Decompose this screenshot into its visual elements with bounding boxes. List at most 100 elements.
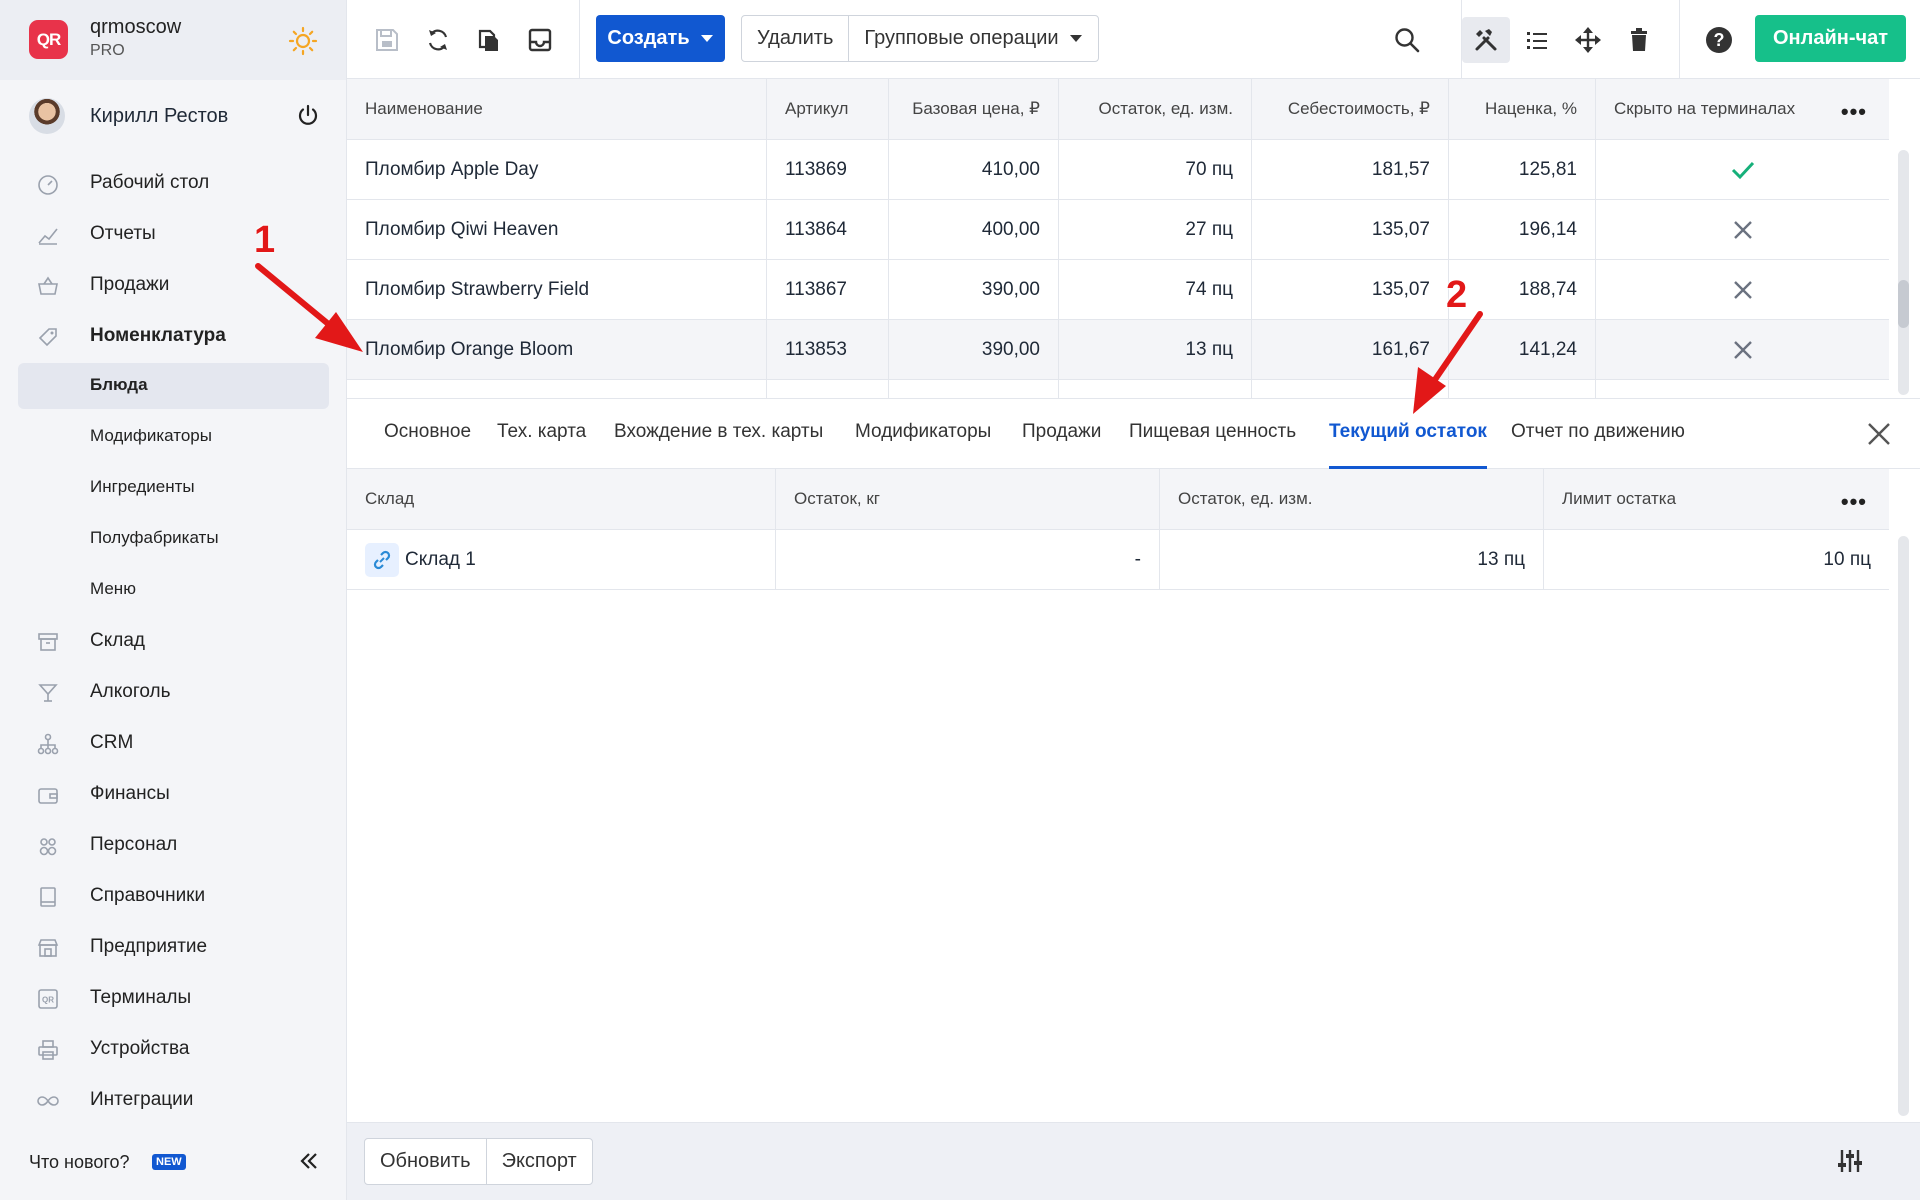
top-table-scrollbar-thumb[interactable] — [1898, 280, 1909, 328]
sidebar-item-reports[interactable]: Отчеты — [18, 211, 329, 257]
create-button[interactable]: Создать — [596, 15, 725, 62]
delete-button[interactable]: Удалить — [742, 16, 848, 61]
sidebar-item-sales[interactable]: Продажи — [18, 262, 329, 308]
sidebar-item-dashboard[interactable]: Рабочий стол — [18, 160, 329, 206]
cell-warehouse: Склад 1 — [347, 530, 776, 589]
tab-movement-report[interactable]: Отчет по движению — [1511, 421, 1685, 443]
cell-name: Пломбир Qiwi Heaven — [347, 200, 767, 259]
action-button-group: Удалить Групповые операции — [741, 15, 1099, 62]
top-table-scrollbar[interactable] — [1898, 150, 1909, 395]
column-header-markup[interactable]: Наценка, % — [1449, 79, 1596, 139]
network-icon — [37, 733, 59, 755]
column-header-price[interactable]: Базовая цена, ₽ — [889, 79, 1059, 139]
tab-tech-card[interactable]: Тех. карта — [497, 421, 586, 443]
sidebar-item-label: Устройства — [90, 1038, 190, 1059]
avatar — [29, 98, 65, 134]
group-operations-dropdown[interactable]: Групповые операции — [848, 16, 1097, 61]
trash-button[interactable] — [1619, 20, 1659, 60]
sidebar-item-references[interactable]: Справочники — [18, 873, 329, 919]
column-options-icon[interactable]: ••• — [1841, 99, 1867, 125]
column-header-warehouse[interactable]: Склад — [347, 469, 776, 529]
table-row[interactable]: Пломбир Qiwi Heaven 113864 400,00 27 пц … — [347, 200, 1889, 260]
table-header: Склад Остаток, кг Остаток, ед. изм. Лими… — [347, 469, 1889, 530]
table-row-selected[interactable]: Пломбир Orange Bloom 113853 390,00 13 пц… — [347, 320, 1889, 380]
inbox-button[interactable] — [520, 20, 560, 60]
sidebar-item-devices[interactable]: Устройства — [18, 1026, 329, 1072]
move-button[interactable] — [1568, 20, 1608, 60]
sun-icon[interactable] — [288, 26, 318, 56]
sidebar-item-label: Полуфабрикаты — [90, 528, 219, 547]
sidebar-item-label: Блюда — [90, 375, 148, 394]
column-header-sku[interactable]: Артикул — [767, 79, 889, 139]
sidebar-item-dishes[interactable]: Блюда — [18, 363, 329, 409]
whats-new-link[interactable]: Что нового? — [29, 1152, 130, 1173]
sidebar-item-modifiers[interactable]: Модификаторы — [18, 414, 329, 460]
column-header-stock-units[interactable]: Остаток, ед. изм. — [1160, 469, 1544, 529]
column-header-name[interactable]: Наименование — [347, 79, 767, 139]
column-header-stock[interactable]: Остаток, ед. изм. — [1059, 79, 1252, 139]
sidebar-item-label: Продажи — [90, 274, 170, 295]
terminal-icon: QR — [38, 989, 58, 1009]
tab-current-stock[interactable]: Текущий остаток — [1329, 421, 1487, 443]
sidebar-item-semifinished[interactable]: Полуфабрикаты — [18, 516, 329, 562]
list-view-button[interactable] — [1517, 20, 1557, 60]
refresh-button[interactable] — [418, 20, 458, 60]
save-button[interactable] — [367, 20, 407, 60]
column-header-stock-limit[interactable]: Лимит остатка — [1544, 469, 1889, 529]
sidebar-item-integrations[interactable]: Интеграции — [18, 1077, 329, 1123]
tab-nutrition[interactable]: Пищевая ценность — [1129, 421, 1296, 443]
sidebar-item-label: Алкоголь — [90, 681, 171, 702]
link-icon[interactable] — [365, 542, 399, 577]
cell-name: Пломбир Orange Bloom — [347, 320, 767, 379]
export-button[interactable]: Экспорт — [485, 1139, 592, 1184]
table-row[interactable]: Пломбир Apple Day 113869 410,00 70 пц 18… — [347, 140, 1889, 200]
tag-icon — [38, 328, 57, 347]
column-options-icon[interactable]: ••• — [1841, 489, 1867, 515]
cell-stock-limit: 10 пц — [1823, 548, 1871, 570]
collapse-sidebar-icon[interactable] — [298, 1150, 320, 1172]
sidebar-item-finance[interactable]: Финансы — [18, 771, 329, 817]
tab-main[interactable]: Основное — [384, 421, 471, 443]
box-icon — [38, 633, 58, 651]
user-profile[interactable]: Кирилл Рестов — [0, 88, 346, 148]
copy-button[interactable] — [469, 20, 509, 60]
close-icon[interactable] — [1866, 421, 1892, 447]
cross-icon — [1733, 340, 1752, 359]
toolbar-divider — [579, 0, 580, 79]
search-button[interactable] — [1387, 20, 1427, 60]
tab-modifiers[interactable]: Модификаторы — [855, 421, 991, 443]
tab-tech-card-usage[interactable]: Вхождение в тех. карты — [614, 421, 823, 443]
sidebar-item-menu[interactable]: Меню — [18, 567, 329, 613]
sidebar-item-warehouse[interactable]: Склад — [18, 618, 329, 664]
sidebar-item-enterprise[interactable]: Предприятие — [18, 924, 329, 970]
help-button[interactable]: ? — [1699, 20, 1739, 60]
sidebar-item-ingredients[interactable]: Ингредиенты — [18, 465, 329, 511]
cell-price: 390,00 — [889, 320, 1059, 379]
tab-sales[interactable]: Продажи — [1022, 421, 1101, 443]
table-row[interactable]: Пломбир Strawberry Field 113867 390,00 7… — [347, 260, 1889, 320]
column-header-cost[interactable]: Себестоимость, ₽ — [1252, 79, 1449, 139]
new-badge: NEW — [152, 1154, 186, 1170]
bottom-table-scrollbar[interactable] — [1898, 536, 1909, 1116]
sidebar-item-terminals[interactable]: QR Терминалы — [18, 975, 329, 1021]
glass-icon — [38, 684, 58, 702]
chart-icon — [38, 228, 58, 245]
cell-stock: 13 пц — [1059, 320, 1252, 379]
sidebar-item-alcohol[interactable]: Алкоголь — [18, 669, 329, 715]
online-chat-button[interactable]: Онлайн-чат — [1755, 15, 1906, 62]
cell-cost: 181,57 — [1252, 140, 1449, 199]
sidebar-item-crm[interactable]: CRM — [18, 720, 329, 766]
sidebar-item-nomenclature[interactable]: Номенклатура — [18, 313, 329, 359]
sidebar-item-label: Справочники — [90, 885, 206, 906]
column-header-stock-kg[interactable]: Остаток, кг — [776, 469, 1160, 529]
brand-plan: PRO — [90, 42, 125, 59]
refresh-footer-button[interactable]: Обновить — [365, 1139, 486, 1184]
sliders-icon[interactable] — [1836, 1147, 1864, 1175]
table-row[interactable]: Склад 1 - 13 пц 10 пц — [347, 530, 1889, 590]
cell-stock-units: 13 пц — [1160, 530, 1544, 589]
brand-name[interactable]: qrmoscow — [90, 16, 181, 39]
sidebar-item-staff[interactable]: Персонал — [18, 822, 329, 868]
tools-button[interactable] — [1466, 20, 1506, 60]
cell-hidden — [1596, 200, 1889, 259]
power-icon[interactable] — [296, 103, 320, 127]
